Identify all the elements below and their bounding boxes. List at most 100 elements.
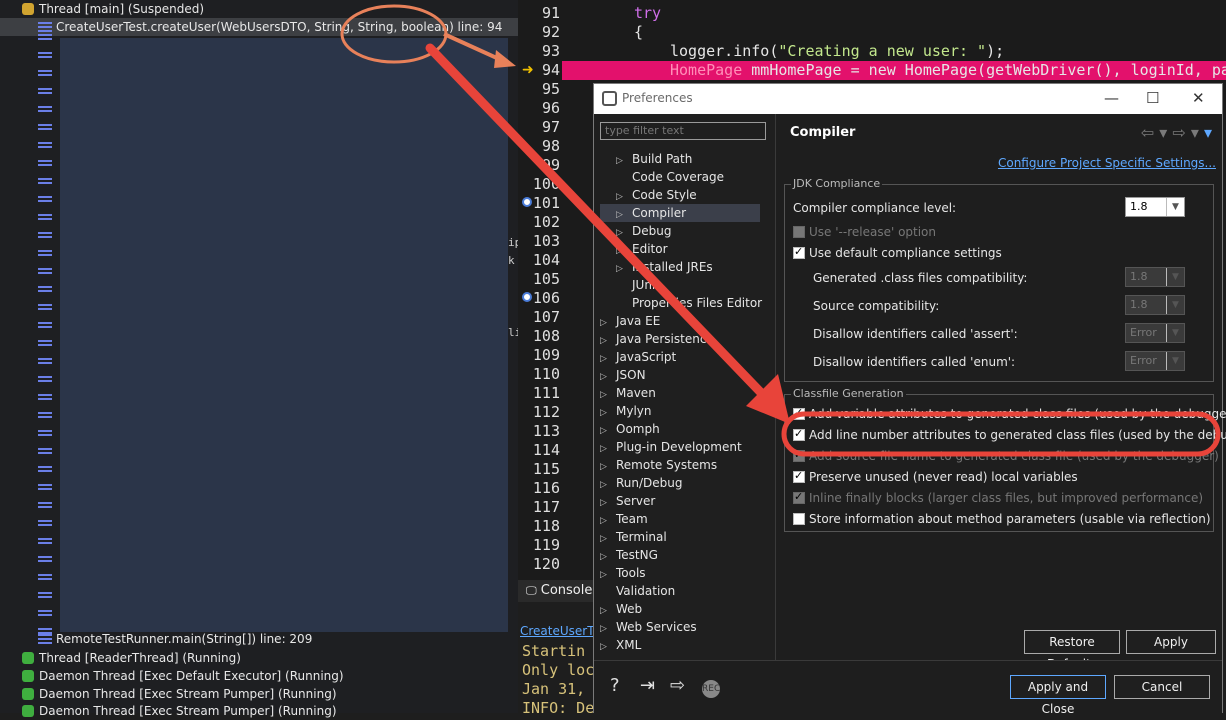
line-number: 104 (532, 251, 560, 269)
record-icon[interactable]: REC (702, 680, 720, 698)
instruction-pointer-icon: ➜ (522, 62, 534, 78)
tree-item[interactable]: Validation (600, 582, 675, 600)
tree-item[interactable]: ▷ Mylyn (600, 402, 652, 420)
tree-item[interactable]: ▷ Terminal (600, 528, 667, 546)
tree-item[interactable]: ▷ XML (600, 636, 641, 654)
line-number: 116 (532, 479, 560, 497)
checkbox (793, 245, 805, 259)
classfile-option-checkbox[interactable]: Inline finally blocks (larger class file… (793, 490, 1203, 505)
thread-item[interactable]: Daemon Thread [Exec Default Executor] (R… (22, 667, 344, 685)
code-line-94: HomePage mmHomePage = new HomePage(getWe… (670, 61, 1226, 79)
tree-item[interactable]: ▷ Server (600, 492, 655, 510)
running-thread-icon (22, 705, 34, 717)
restore-defaults-button[interactable]: Restore Defaults (1024, 630, 1120, 671)
tab-console[interactable]: 🖵 Console (518, 580, 598, 602)
tree-item[interactable]: ▷ Run/Debug (600, 474, 683, 492)
classfile-option-checkbox[interactable]: Store information about method parameter… (793, 512, 1211, 526)
chevron-down-icon: ▼ (1166, 198, 1184, 216)
tree-item[interactable]: Properties Files Editor (616, 294, 762, 312)
tree-item[interactable]: ▷ Remote Systems (600, 456, 717, 474)
compiler-panel: Compiler ⇦ ▾ ⇨ ▾ ▾ Configure Project Spe… (778, 114, 1226, 671)
tree-item[interactable]: ▷ Tools (600, 564, 646, 582)
tree-item[interactable]: ▷ Oomph (600, 420, 660, 438)
preferences-dialog: Preferences — ☐ ✕ type filter text ▷ Buil… (593, 83, 1226, 716)
generated-compat-label: Generated .class files compatibility: (813, 271, 1028, 285)
filter-input[interactable]: type filter text (600, 122, 766, 140)
classfile-option-checkbox[interactable]: Preserve unused (never read) local varia… (793, 469, 1078, 484)
tree-item[interactable]: ▷ Java EE (600, 312, 660, 330)
release-option-checkbox[interactable]: Use '--release' option (793, 225, 936, 239)
checkbox (793, 226, 805, 238)
tree-item[interactable]: ▷ Web (600, 600, 642, 618)
thread-item[interactable]: Daemon Thread [Exec Stream Pumper] (Runn… (22, 685, 337, 703)
running-thread-icon (22, 670, 34, 682)
eclipse-icon (602, 91, 617, 106)
export-icon[interactable]: ⇨ (670, 675, 685, 696)
jdk-compliance-group: JDK Compliance Compiler compliance level… (784, 177, 1214, 382)
minimize-icon[interactable]: — (1104, 89, 1119, 107)
compliance-label: Compiler compliance level: (793, 201, 957, 215)
tree-item[interactable]: ▷ Code Style (616, 186, 697, 204)
tree-item[interactable]: JUnit (616, 276, 660, 294)
tree-item[interactable]: ▷ Editor (616, 240, 668, 258)
tree-item[interactable]: ▷ Web Services (600, 618, 697, 636)
breakpoint-icon[interactable] (522, 292, 532, 302)
checkbox (793, 490, 805, 504)
tree-item[interactable]: ▷ Build Path (616, 150, 692, 168)
classfile-option-checkbox[interactable]: Add variable attributes to generated cla… (793, 406, 1226, 421)
back-icon: ⇦ (1140, 123, 1155, 142)
nav-arrows[interactable]: ⇦ ▾ ⇨ ▾ ▾ (1141, 123, 1212, 142)
tree-item[interactable]: ▷ Java Persistence (600, 330, 714, 348)
checkbox (793, 469, 805, 483)
apply-button[interactable]: Apply (1126, 630, 1216, 654)
line-number: 109 (532, 346, 560, 364)
line-number: 117 (532, 498, 560, 516)
default-compliance-checkbox[interactable]: Use default compliance settings (793, 245, 1002, 260)
tree-item[interactable]: ▷ JavaScript (600, 348, 676, 366)
classfile-option-checkbox[interactable]: Add line number attributes to generated … (793, 427, 1226, 442)
stack-frame-bottom[interactable]: RemoteTestRunner.main(String[]) line: 20… (38, 630, 312, 648)
line-number: 96 (541, 99, 560, 117)
compliance-select[interactable]: 1.8 ▼ (1125, 197, 1185, 217)
tree-item[interactable]: ▷ JSON (600, 366, 646, 384)
line-number: 114 (532, 441, 560, 459)
dialog-body: type filter text ▷ Build Path Code Coverag… (594, 114, 1226, 671)
checkbox (793, 427, 805, 441)
classfile-option-checkbox[interactable]: Add source file name to generated class … (793, 448, 1219, 463)
apply-and-close-button[interactable]: Apply and Close (1010, 675, 1106, 716)
configure-project-link[interactable]: Configure Project Specific Settings... (998, 156, 1216, 170)
line-number: 103 (532, 232, 560, 250)
group-label: JDK Compliance (791, 177, 883, 190)
group-label: Classfile Generation (791, 387, 906, 400)
tree-item[interactable]: ▷ Maven (600, 384, 656, 402)
thread-item[interactable]: Daemon Thread [Exec Stream Pumper] (Runn… (22, 702, 337, 720)
thread-main[interactable]: Thread [main] (Suspended) (22, 0, 204, 18)
debug-view: Thread [main] (Suspended) CreateUserTest… (0, 0, 521, 718)
tree-item[interactable]: Code Coverage (616, 168, 724, 186)
breakpoint-icon[interactable] (522, 197, 532, 207)
thread-item[interactable]: Thread [ReaderThread] (Running) (22, 649, 241, 667)
maximize-icon[interactable]: ☐ (1146, 89, 1159, 107)
cancel-button[interactable]: Cancel (1114, 675, 1210, 699)
stack-frame-icon (38, 634, 52, 644)
tree-item[interactable]: ▷ TestNG (600, 546, 658, 564)
close-icon[interactable]: ✕ (1192, 89, 1205, 107)
tree-item[interactable]: ▷ Debug (616, 222, 671, 240)
console-line: Startin (522, 642, 586, 660)
tree-item[interactable]: ▷ Plug-in Development (600, 438, 742, 456)
generated-compat-select[interactable]: 1.8 ▼ (1125, 267, 1185, 287)
tree-item[interactable]: ▷ Installed JREs (616, 258, 713, 276)
dialog-titlebar[interactable]: Preferences — ☐ ✕ (594, 84, 1222, 114)
stack-frame-selected[interactable]: CreateUserTest.createUser(WebUsersDTO, S… (0, 18, 518, 36)
edge-glyph: k (508, 254, 515, 267)
assert-select[interactable]: Error ▼ (1125, 323, 1185, 343)
help-icon[interactable]: ? (610, 675, 620, 696)
import-icon[interactable]: ⇥ (640, 675, 655, 696)
console-line: Only loc (522, 661, 595, 679)
source-compat-select[interactable]: 1.8 ▼ (1125, 295, 1185, 315)
line-number: 118 (532, 517, 560, 535)
enum-select[interactable]: Error ▼ (1125, 351, 1185, 371)
tree-item[interactable]: ▷ Compiler (600, 204, 760, 222)
tree-item[interactable]: ▷ Team (600, 510, 648, 528)
line-number: 108 (532, 327, 560, 345)
